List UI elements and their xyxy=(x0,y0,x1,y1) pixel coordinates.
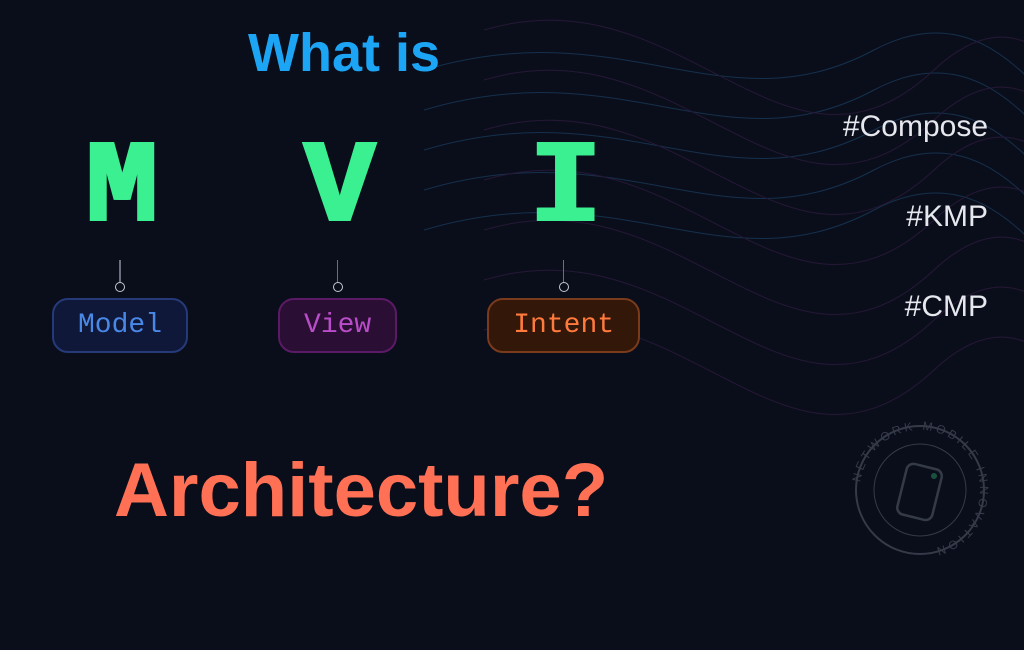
label-model: Model xyxy=(52,298,188,353)
connector-icon xyxy=(559,260,569,292)
connector-icon xyxy=(115,260,125,292)
watermark-stamp: NETWORK MOBILE INNOVATION xyxy=(840,410,1000,570)
hashtag-list: #Compose #KMP #CMP xyxy=(843,110,988,324)
label-intent: Intent xyxy=(487,298,640,353)
label-view: View xyxy=(278,298,397,353)
svg-text:NETWORK MOBILE INNOVATION: NETWORK MOBILE INNOVATION xyxy=(849,419,991,559)
connector-icon xyxy=(333,260,343,292)
letter-m: M xyxy=(86,130,154,250)
title-top: What is xyxy=(248,22,440,84)
mvi-col-model: M Model xyxy=(52,130,188,353)
hashtag-cmp: #CMP xyxy=(905,290,988,324)
hashtag-kmp: #KMP xyxy=(906,200,988,234)
mvi-col-view: V View xyxy=(278,130,397,353)
letter-i: I xyxy=(530,130,598,250)
hashtag-compose: #Compose xyxy=(843,110,988,144)
letter-v: V xyxy=(304,130,372,250)
title-bottom: Architecture? xyxy=(114,447,608,534)
mvi-col-intent: I Intent xyxy=(487,130,640,353)
mvi-row: M Model V View I Intent xyxy=(52,130,640,353)
